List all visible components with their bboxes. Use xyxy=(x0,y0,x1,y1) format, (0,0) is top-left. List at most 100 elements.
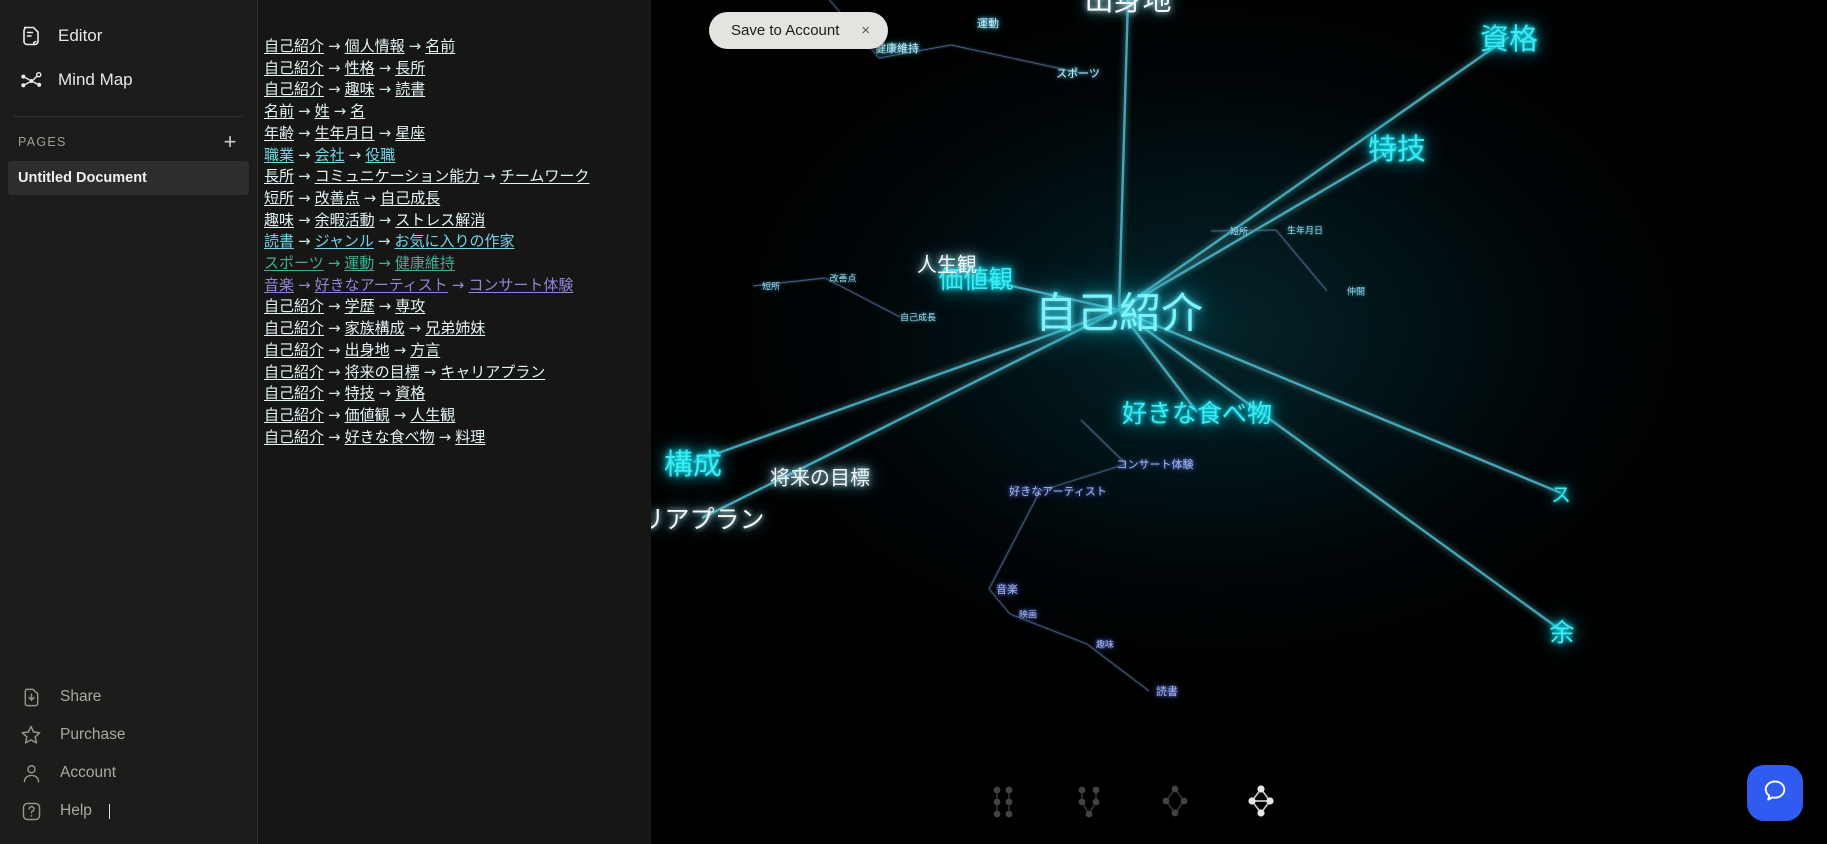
link-node[interactable]: 兄弟姉妹 xyxy=(425,319,485,337)
mind-map-node[interactable]: リアプラン xyxy=(651,500,765,536)
link-path-row: 自己紹介 → 個人情報 → 名前 xyxy=(264,36,651,58)
link-node[interactable]: 運動 xyxy=(344,254,374,272)
link-node[interactable]: スポーツ xyxy=(264,254,324,272)
mind-map-node[interactable]: 生年月日 xyxy=(1287,224,1323,237)
link-node[interactable]: 星座 xyxy=(395,124,425,142)
link-node[interactable]: 音楽 xyxy=(264,276,294,294)
mind-map-node[interactable]: 将来の目標 xyxy=(770,462,870,491)
mind-map-node[interactable]: コンサート体験 xyxy=(1117,456,1194,472)
link-node[interactable]: 生年月日 xyxy=(315,124,375,142)
sidebar-item-purchase[interactable]: Purchase xyxy=(0,716,257,754)
link-node[interactable]: 趣味 xyxy=(345,80,375,98)
link-node[interactable]: コンサート体験 xyxy=(468,276,573,294)
link-node[interactable]: 個人情報 xyxy=(345,37,405,55)
save-to-account-toast[interactable]: Save to Account × xyxy=(709,12,889,49)
link-node[interactable]: 改善点 xyxy=(315,189,360,207)
mind-map-node[interactable]: 自己紹介 xyxy=(1035,280,1203,341)
link-node[interactable]: 会社 xyxy=(315,146,345,164)
mind-map-node[interactable]: 短所 xyxy=(1230,225,1248,238)
arrow-separator: → xyxy=(328,319,341,338)
link-node[interactable]: 方言 xyxy=(410,341,440,359)
mind-map-node[interactable]: 好きなアーティスト xyxy=(1009,483,1107,499)
link-node[interactable]: 名前 xyxy=(264,102,294,120)
link-node[interactable]: 専攻 xyxy=(395,297,425,315)
link-node[interactable]: 家族構成 xyxy=(345,319,405,337)
mind-map-node[interactable]: 映画 xyxy=(1019,608,1037,621)
mind-map-node[interactable]: 運動 xyxy=(977,15,999,31)
mind-map-node[interactable]: 資格 xyxy=(1480,16,1538,58)
mind-map-canvas[interactable]: 自己紹介 出身地 資格 特技 価値観 人生観 好きな食べ物 構成 将来の目標 リアプラン 運動 健康維… xyxy=(651,0,1827,844)
link-node[interactable]: 好きなアーティスト xyxy=(315,276,448,294)
add-page-button[interactable]: + xyxy=(221,131,239,153)
link-node[interactable]: 年齢 xyxy=(264,124,294,142)
link-node[interactable]: 性格 xyxy=(345,59,375,77)
sidebar-item-help[interactable]: Help xyxy=(0,792,257,830)
link-node[interactable]: 自己紹介 xyxy=(264,406,324,424)
mind-map-node[interactable]: 読書 xyxy=(1156,683,1178,699)
chat-support-button[interactable] xyxy=(1747,765,1803,821)
link-node[interactable]: 余暇活動 xyxy=(315,211,375,229)
circle-layout-mode-button[interactable] xyxy=(1153,780,1197,824)
link-node[interactable]: 自己紹介 xyxy=(264,297,324,315)
link-node[interactable]: 名 xyxy=(350,102,365,120)
mind-map-node[interactable]: 特技 xyxy=(1368,126,1426,168)
mind-map-node[interactable]: ス xyxy=(1551,479,1571,508)
link-node[interactable]: 職業 xyxy=(264,146,294,164)
link-node[interactable]: 料理 xyxy=(455,428,485,446)
radial-layout-mode-button[interactable] xyxy=(1239,780,1283,824)
mind-map-node[interactable]: 出身地 xyxy=(1084,0,1171,19)
link-node[interactable]: ストレス解消 xyxy=(395,211,485,229)
link-node[interactable]: チームワーク xyxy=(500,167,590,185)
mind-map-node[interactable]: 音楽 xyxy=(996,581,1018,597)
mind-map-node[interactable]: 構成 xyxy=(664,441,722,483)
link-node[interactable]: 姓 xyxy=(315,102,330,120)
link-node[interactable]: 自己紹介 xyxy=(264,341,324,359)
link-node[interactable]: 読書 xyxy=(264,232,294,250)
link-node[interactable]: 将来の目標 xyxy=(345,363,420,381)
sidebar-item-mind-map[interactable]: Mind Map xyxy=(0,58,257,102)
mind-map-node[interactable]: 短所 xyxy=(762,280,780,293)
mind-map-node[interactable]: 好きな食べ物 xyxy=(1122,394,1272,430)
link-node[interactable]: 出身地 xyxy=(345,341,390,359)
tree-layout-mode-button[interactable] xyxy=(1067,780,1111,824)
link-node[interactable]: 自己紹介 xyxy=(264,37,324,55)
link-node[interactable]: 長所 xyxy=(395,59,425,77)
link-node[interactable]: 特技 xyxy=(345,384,375,402)
link-node[interactable]: 長所 xyxy=(264,167,294,185)
link-node[interactable]: コミュニケーション能力 xyxy=(315,167,480,185)
link-node[interactable]: 資格 xyxy=(395,384,425,402)
link-node[interactable]: 自己紹介 xyxy=(264,80,324,98)
link-node[interactable]: 自己紹介 xyxy=(264,59,324,77)
link-node[interactable]: 自己成長 xyxy=(380,189,440,207)
mind-map-node[interactable]: 改善点 xyxy=(829,272,856,285)
link-node[interactable]: 健康維持 xyxy=(395,254,455,272)
grid-layout-mode-button[interactable] xyxy=(981,780,1025,824)
mind-map-node[interactable]: 自己成長 xyxy=(900,311,936,324)
sidebar-item-editor[interactable]: Editor xyxy=(0,14,257,58)
link-node[interactable]: お気に入りの作家 xyxy=(394,232,514,250)
link-node[interactable]: 好きな食べ物 xyxy=(345,428,435,446)
link-node[interactable]: 役職 xyxy=(365,146,395,164)
link-node[interactable]: 価値観 xyxy=(345,406,390,424)
link-node[interactable]: ジャンル xyxy=(315,232,374,250)
close-icon[interactable]: × xyxy=(861,23,870,38)
mind-map-node[interactable]: 仲間 xyxy=(1347,285,1365,298)
link-node[interactable]: 自己紹介 xyxy=(264,384,324,402)
link-node[interactable]: キャリアプラン xyxy=(440,363,545,381)
link-node[interactable]: 学歴 xyxy=(345,297,375,315)
link-node[interactable]: 人生観 xyxy=(410,406,455,424)
link-node[interactable]: 短所 xyxy=(264,189,294,207)
link-node[interactable]: 自己紹介 xyxy=(264,363,324,381)
mind-map-node[interactable]: 人生観 xyxy=(917,249,977,278)
link-node[interactable]: 名前 xyxy=(425,37,455,55)
mind-map-node[interactable]: 余 xyxy=(1549,613,1574,649)
mind-map-node[interactable]: スポーツ xyxy=(1056,65,1100,81)
link-node[interactable]: 趣味 xyxy=(264,211,294,229)
sidebar-item-account[interactable]: Account xyxy=(0,754,257,792)
page-item-untitled-document[interactable]: Untitled Document xyxy=(8,161,249,195)
mind-map-node[interactable]: 趣味 xyxy=(1096,638,1114,651)
sidebar-item-share[interactable]: Share xyxy=(0,678,257,716)
link-node[interactable]: 読書 xyxy=(395,80,425,98)
link-node[interactable]: 自己紹介 xyxy=(264,319,324,337)
link-node[interactable]: 自己紹介 xyxy=(264,428,324,446)
